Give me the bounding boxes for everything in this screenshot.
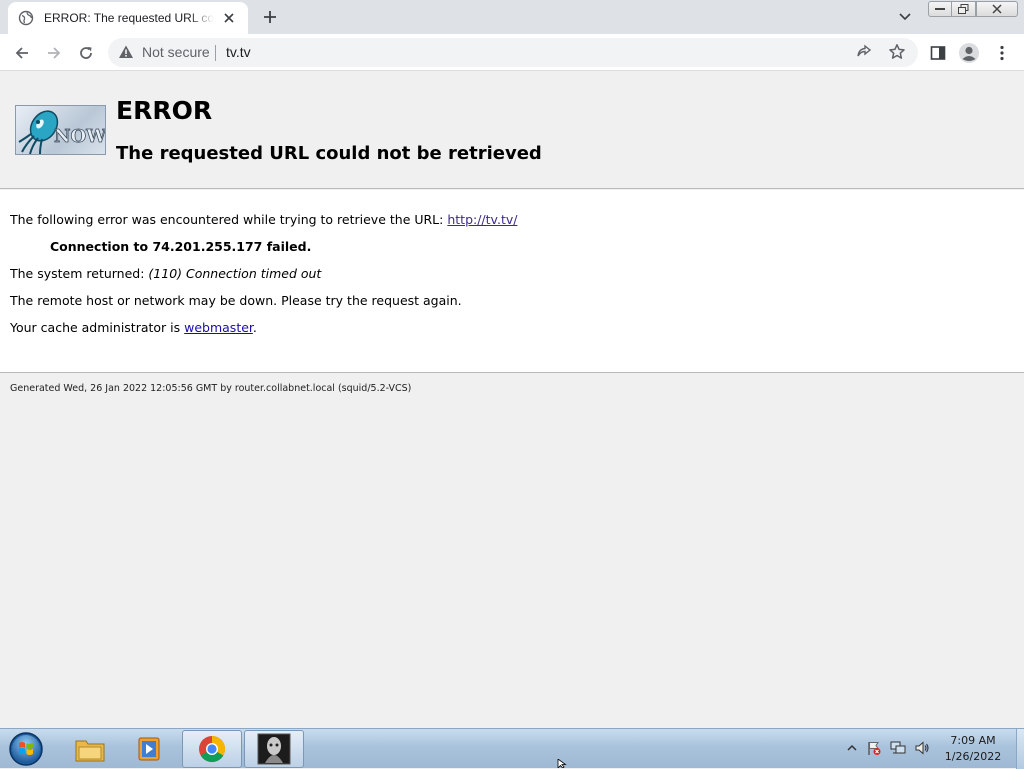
start-orb-icon[interactable] — [6, 731, 46, 767]
reload-icon[interactable] — [74, 41, 98, 65]
network-icon[interactable] — [890, 740, 906, 756]
chrome-taskbar-icon[interactable] — [182, 730, 242, 768]
show-hidden-icons-icon[interactable] — [844, 740, 860, 756]
security-status[interactable]: Not secure — [142, 44, 210, 60]
generated-footer: Generated Wed, 26 Jan 2022 12:05:56 GMT … — [10, 383, 412, 394]
address-bar[interactable]: Not secure tv.tv — [108, 38, 918, 67]
url-text[interactable]: tv.tv — [226, 44, 251, 60]
divider — [215, 45, 216, 61]
system-returned-label: The system returned: — [10, 266, 149, 281]
mouse-cursor-icon — [557, 759, 567, 768]
tab-title: ERROR: The requested URL could not be re… — [44, 11, 214, 25]
taskbar: 7:09 AM 1/26/2022 — [0, 728, 1024, 769]
webmaster-link[interactable]: webmaster — [184, 320, 253, 335]
error-intro-text: The following error was encountered whil… — [10, 212, 448, 227]
media-player-icon[interactable] — [120, 730, 180, 768]
volume-icon[interactable] — [914, 740, 930, 756]
page-subtitle: The requested URL could not be retrieved — [116, 143, 542, 164]
profile-icon[interactable] — [957, 41, 981, 65]
cache-admin-label: Your cache administrator is — [10, 320, 185, 335]
warning-triangle-icon[interactable] — [118, 44, 134, 60]
error-intro: The following error was encountered whil… — [10, 212, 517, 227]
clock-time: 7:09 AM — [950, 734, 996, 747]
remote-host-message: The remote host or network may be down. … — [10, 293, 462, 308]
minimize-button[interactable] — [928, 1, 952, 17]
close-icon[interactable] — [220, 9, 238, 27]
share-icon[interactable] — [856, 44, 872, 60]
arrow-right-icon[interactable] — [42, 41, 66, 65]
cache-admin-suffix: . — [252, 320, 257, 335]
arrow-left-icon[interactable] — [10, 41, 34, 65]
globe-icon — [18, 10, 34, 26]
squid-logo: NOW — [15, 105, 106, 155]
chevron-down-icon[interactable] — [894, 6, 916, 28]
connection-failed-message: Connection to 74.201.255.177 failed. — [50, 239, 312, 254]
error-header: NOW ERROR The requested URL could not be… — [0, 71, 1024, 189]
plus-icon[interactable] — [258, 6, 282, 28]
tab-strip: ERROR: The requested URL could not be re… — [0, 0, 1024, 34]
system-returned: The system returned: (110) Connection ti… — [10, 266, 321, 281]
side-panel-icon[interactable] — [926, 41, 950, 65]
cache-admin: Your cache administrator is webmaster. — [10, 320, 257, 335]
show-desktop-button[interactable] — [1016, 729, 1024, 769]
browser-toolbar: Not secure tv.tv — [0, 34, 1024, 71]
action-center-flag-icon[interactable] — [866, 740, 882, 756]
error-content: The following error was encountered whil… — [0, 190, 1024, 373]
taskbar-clock[interactable]: 7:09 AM 1/26/2022 — [932, 733, 1014, 765]
page-viewport: NOW ERROR The requested URL could not be… — [0, 71, 1024, 728]
clock-date: 1/26/2022 — [944, 750, 1002, 763]
logo-text: NOW — [54, 126, 106, 147]
restore-button[interactable] — [951, 1, 976, 17]
app-thumbnail-icon[interactable] — [244, 730, 304, 768]
requested-url-link[interactable]: http://tv.tv/ — [447, 212, 517, 227]
page-title: ERROR — [116, 96, 213, 125]
system-error-code: (110) Connection timed out — [148, 266, 322, 281]
browser-tab[interactable]: ERROR: The requested URL could not be re… — [8, 2, 248, 34]
file-explorer-icon[interactable] — [60, 730, 120, 768]
star-icon[interactable] — [888, 43, 906, 61]
kebab-menu-icon[interactable] — [990, 41, 1014, 65]
window-close-button[interactable] — [976, 1, 1018, 17]
